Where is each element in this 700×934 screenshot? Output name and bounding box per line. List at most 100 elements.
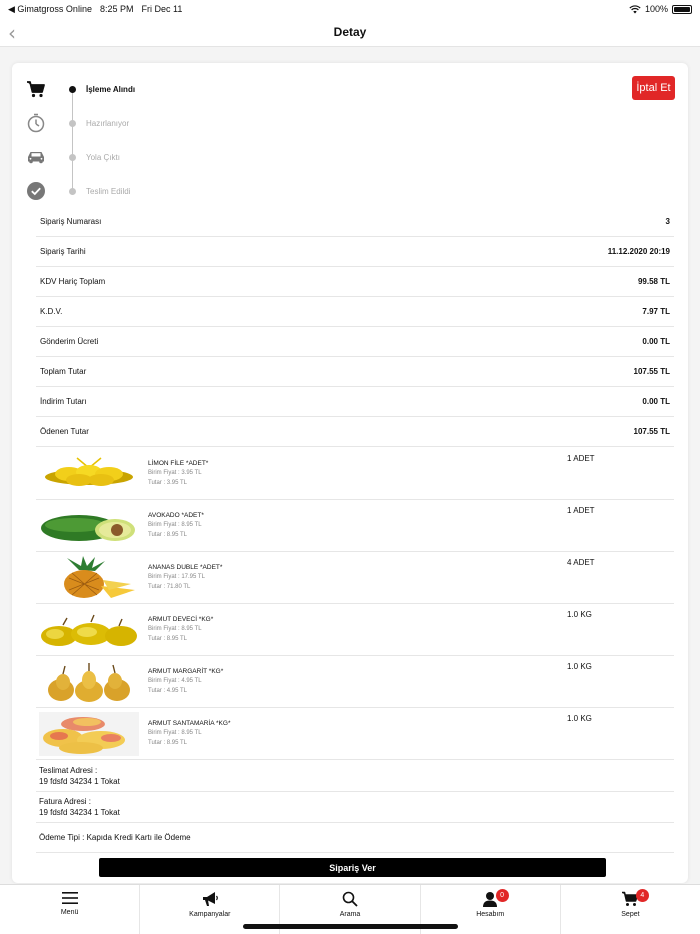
summary-value: 99.58 TL: [637, 277, 670, 286]
summary-row: KDV Hariç Toplam 99.58 TL: [36, 267, 674, 297]
delivery-address-block: Teslimat Adresi : 19 fdsfd 34234 1 Tokat: [36, 761, 674, 792]
summary-row: Toplam Tutar 107.55 TL: [36, 357, 674, 387]
status-carrier[interactable]: ◀ Gimatgross Online: [8, 4, 92, 15]
product-total: Tutar : 8.95 TL: [148, 636, 188, 642]
delivery-address-label: Teslimat Adresi :: [39, 766, 98, 775]
account-badge: 0: [495, 889, 509, 902]
avocado-image: [41, 515, 135, 541]
summary-label: Ödenen Tutar: [40, 427, 89, 436]
menu-icon: [61, 892, 78, 904]
summary-value: 11.12.2020 20:19: [607, 247, 670, 256]
product-row[interactable]: LİMON FİLE *ADET* Birim Fiyat : 3.95 TL …: [36, 448, 674, 500]
pear-santamaria-image: [39, 712, 139, 756]
tab-basket[interactable]: 4 Sepet: [561, 885, 700, 934]
product-unit-price: Birim Fiyat : 17.95 TL: [148, 574, 205, 580]
summary-label: Toplam Tutar: [40, 367, 87, 376]
product-quantity: 1 ADET: [567, 506, 595, 515]
step-label: Teslim Edildi: [86, 186, 131, 196]
cart-icon: [24, 77, 48, 101]
invoice-address-block: Fatura Adresi : 19 fdsfd 34234 1 Tokat: [36, 792, 674, 823]
check-circle-icon: [24, 179, 48, 203]
invoice-address: 19 fdsfd 34234 1 Tokat: [39, 808, 120, 817]
product-row[interactable]: ARMUT DEVECİ *KG* Birim Fiyat : 8.95 TL …: [36, 604, 674, 656]
back-icon[interactable]: ‹: [8, 21, 16, 45]
tab-label: Arama: [339, 911, 361, 918]
step-dot: [69, 119, 76, 127]
stepper-line: [72, 89, 73, 191]
summary-row: Ödenen Tutar 107.55 TL: [36, 417, 674, 447]
status-time: 8:25 PM: [99, 3, 134, 14]
product-name: ARMUT DEVECİ *KG*: [148, 616, 214, 623]
wifi-icon: [629, 4, 641, 13]
pear-deveci-image: [41, 614, 137, 646]
product-total: Tutar : 8.95 TL: [148, 740, 188, 746]
search-icon: [342, 891, 358, 907]
summary-label: Sipariş Numarası: [40, 217, 102, 226]
payment-type: Ödeme Tipi : Kapıda Kredi Kartı ile Ödem…: [36, 823, 674, 853]
product-unit-price: Birim Fiyat : 4.95 TL: [148, 678, 202, 684]
summary-value: 107.55 TL: [633, 427, 670, 436]
battery-icon: [672, 4, 692, 14]
step-on-the-way: Yola Çıktı: [24, 145, 120, 169]
delivery-address: 19 fdsfd 34234 1 Tokat: [39, 777, 120, 786]
step-preparing: Hazırlanıyor: [24, 111, 129, 135]
battery-percent: 100%: [644, 4, 668, 14]
tab-label: Menü: [60, 909, 79, 916]
product-total: Tutar : 3.95 TL: [148, 480, 188, 486]
order-summary: Sipariş Numarası 3 Sipariş Tarihi 11.12.20…: [36, 207, 674, 447]
basket-badge: 4: [635, 889, 649, 902]
address-section: Teslimat Adresi : 19 fdsfd 34234 1 Tokat…: [36, 761, 674, 853]
summary-label: K.D.V.: [40, 307, 63, 316]
pear-margarit-image: [48, 663, 130, 702]
product-row[interactable]: ARMUT SANTAMARİA *KG* Birim Fiyat : 8.95…: [36, 708, 674, 760]
home-indicator[interactable]: [243, 924, 458, 929]
summary-row: Sipariş Tarihi 11.12.2020 20:19: [36, 237, 674, 267]
summary-row: Sipariş Numarası 3: [36, 207, 674, 237]
summary-value: 0.00 TL: [642, 337, 670, 346]
product-total: Tutar : 8.95 TL: [148, 532, 188, 538]
page-title: Detay: [333, 25, 367, 39]
product-name: ARMUT MARGARİT *KG*: [148, 668, 224, 675]
summary-value: 7.97 TL: [642, 307, 670, 316]
order-status-stepper: İşleme Alındı Hazırlanıyor Yola Çıktı Te…: [24, 73, 324, 213]
lemon-image: [45, 457, 133, 486]
product-name: ARMUT SANTAMARİA *KG*: [148, 720, 231, 727]
status-date: Fri Dec 11: [141, 3, 183, 14]
invoice-address-label: Fatura Adresi :: [39, 797, 92, 806]
pineapple-image: [64, 556, 135, 598]
step-delivered: Teslim Edildi: [24, 179, 130, 203]
summary-label: KDV Hariç Toplam: [40, 277, 106, 286]
product-name: AVOKADO *ADET*: [148, 512, 204, 519]
summary-label: İndirim Tutarı: [40, 397, 87, 406]
product-row[interactable]: ARMUT MARGARİT *KG* Birim Fiyat : 4.95 T…: [36, 656, 674, 708]
nav-bar: ‹ Detay: [0, 18, 700, 47]
step-dot: [69, 85, 76, 93]
product-quantity: 1 ADET: [567, 454, 595, 463]
tab-label: Sepet: [621, 911, 640, 918]
summary-row: K.D.V. 7.97 TL: [36, 297, 674, 327]
step-dot: [69, 153, 76, 161]
place-order-button[interactable]: Sipariş Ver: [99, 858, 606, 877]
tab-label: Kampanyalar: [189, 911, 231, 918]
product-quantity: 1.0 KG: [567, 714, 592, 723]
product-total: Tutar : 71.80 TL: [148, 584, 191, 590]
car-icon: [24, 145, 48, 169]
summary-value: 107.55 TL: [633, 367, 670, 376]
tab-menu[interactable]: Menü: [0, 885, 141, 934]
step-label: Hazırlanıyor: [86, 118, 130, 128]
summary-value: 3: [665, 217, 670, 226]
product-quantity: 1.0 KG: [567, 662, 592, 671]
product-total: Tutar : 4.95 TL: [148, 688, 188, 694]
product-row[interactable]: AVOKADO *ADET* Birim Fiyat : 8.95 TL Tut…: [36, 500, 674, 552]
cancel-order-button[interactable]: İptal Et: [632, 76, 675, 100]
product-name: ANANAS DUBLE *ADET*: [148, 564, 223, 571]
summary-label: Sipariş Tarihi: [40, 247, 86, 256]
step-dot: [69, 187, 76, 195]
step-processing: İşleme Alındı: [24, 77, 135, 101]
status-bar: ◀ Gimatgross Online 8:25 PM Fri Dec 11 1…: [0, 0, 700, 18]
timer-icon: [24, 111, 48, 135]
product-quantity: 1.0 KG: [567, 610, 592, 619]
product-row[interactable]: ANANAS DUBLE *ADET* Birim Fiyat : 17.95 …: [36, 552, 674, 604]
product-quantity: 4 ADET: [567, 558, 595, 567]
summary-value: 0.00 TL: [642, 397, 670, 406]
